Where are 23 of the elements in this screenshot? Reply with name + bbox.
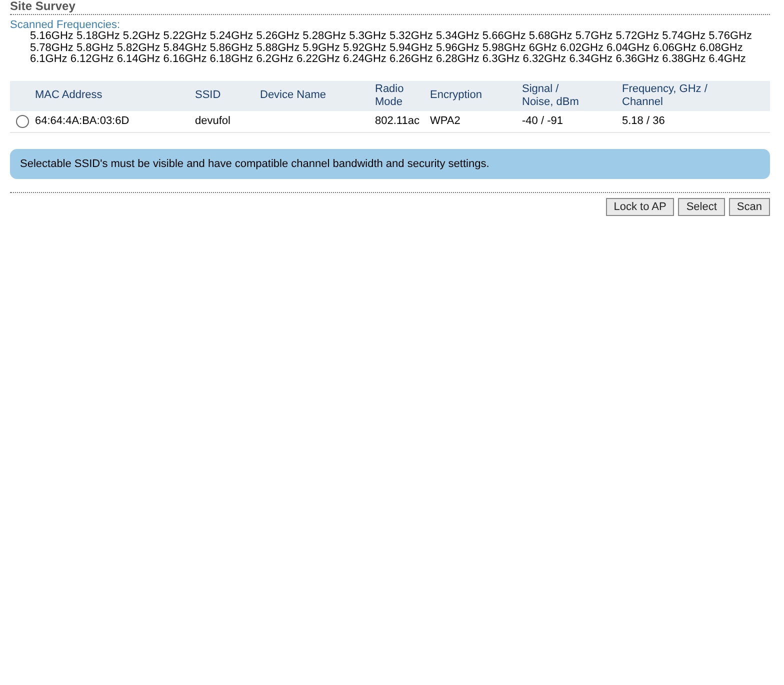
table-cell: 802.11ac [375,115,420,127]
radio-mode-header: Radio Mode [375,82,405,108]
device-name-header: Device Name [260,89,326,102]
info-notice: Selectable SSID's must be visible and have compatible channel bandwidth and security settings. [10,148,770,178]
mac-address-header: MAC Address [35,89,102,102]
frequency-list-line: 6.1GHz 6.12GHz 6.14GHz 6.16GHz 6.18GHz 6.2GHz 6.22GHz 6.24GHz 6.26GHz 6.28GHz 6.3GHz 6.32GHz 6.34GHz 6.36GHz 6.38GHz 6.4GHz [30,54,747,66]
table-cell: WPA2 [430,115,460,127]
frequency-list-line: 5.78GHz 5.8GHz 5.82GHz 5.84GHz 5.86GHz 5.88GHz 5.9GHz 5.92GHz 5.94GHz 5.96GHz 5.98GHz 6GHz 6.02GHz 6.04GHz 6.06GHz 6.08GHz [30,42,744,54]
radio-button[interactable] [16,114,29,128]
frequency-channel-header: Frequency, GHz / Channel [622,82,708,108]
ssid-header: SSID [195,89,221,102]
table-cell: -40 / -91 [522,115,563,127]
encryption-header: Encryption [430,89,482,102]
action-button[interactable]: Select [678,198,725,216]
table-cell: 5.18 / 36 [622,115,665,127]
action-button[interactable]: Scan [728,198,770,216]
page-title: Site Survey [10,0,770,15]
action-button[interactable]: Lock to AP [606,198,674,216]
table-cell: devufol [195,115,230,127]
table-cell: 64:64:4A:BA:03:6D [35,115,130,127]
signal-noise-header: Signal / Noise, dBm [522,82,580,108]
frequency-list-line: 5.16GHz 5.18GHz 5.2GHz 5.22GHz 5.24GHz 5.26GHz 5.28GHz 5.3GHz 5.32GHz 5.34GHz 5.66GHz 5.68GHz 5.7GHz 5.72GHz 5.74GHz 5.76GHz [30,31,754,42]
scanned-frequencies-label: Scanned Frequencies: [10,19,122,31]
